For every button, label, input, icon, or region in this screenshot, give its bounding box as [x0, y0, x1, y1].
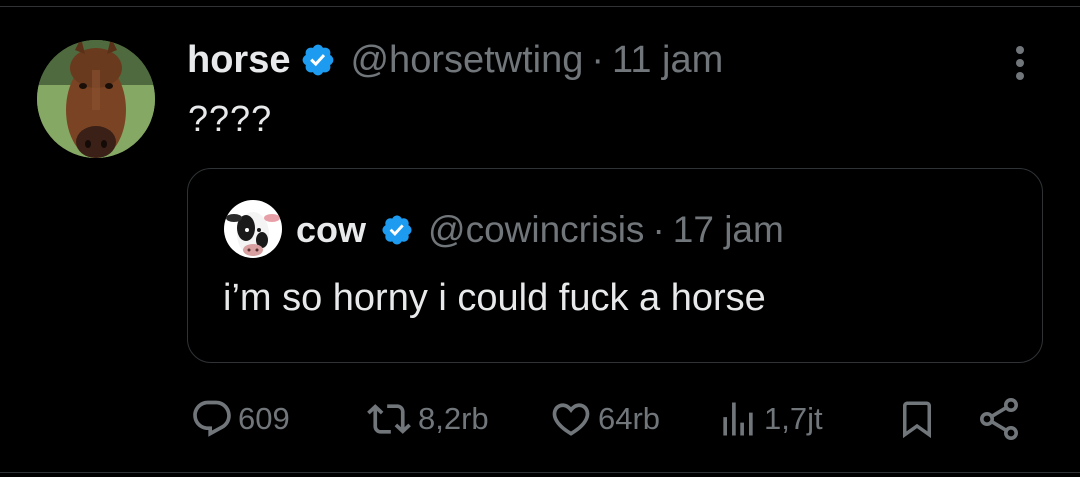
tweet-header: horse @horsetwting · 11 jam [187, 34, 723, 86]
share-icon [980, 398, 1018, 440]
more-vertical-icon [1016, 46, 1024, 80]
like-count: 64rb [598, 401, 661, 436]
separator-dot: · [591, 38, 605, 81]
verified-badge-icon[interactable] [300, 42, 336, 78]
views-button[interactable]: 1,7jt [716, 393, 823, 445]
tweet-card: horse @horsetwting · 11 jam ???? cow @co… [0, 0, 1080, 477]
bookmark-icon [903, 401, 931, 439]
reply-icon [193, 400, 231, 437]
quoted-tweet-text: i’m so horny i could fuck a horse [223, 277, 766, 319]
quoted-tweet-header: cow @cowincrisis · 17 jam [296, 205, 784, 255]
quoted-author-avatar[interactable] [224, 200, 282, 258]
author-handle[interactable]: @horsetwting [350, 39, 583, 82]
share-button[interactable] [975, 393, 1023, 445]
horse-avatar-icon [37, 40, 155, 158]
views-count: 1,7jt [764, 401, 823, 436]
repost-count: 8,2rb [418, 401, 489, 436]
top-divider [0, 6, 1080, 7]
repost-button[interactable]: 8,2rb [364, 393, 489, 445]
action-bar: 609 8,2rb 64rb 1,7jt [0, 393, 1080, 445]
cow-avatar-icon [224, 200, 282, 258]
reply-button[interactable]: 609 [190, 393, 290, 445]
repost-icon [367, 404, 411, 434]
quoted-separator-dot: · [652, 209, 665, 250]
like-icon [552, 403, 590, 436]
views-icon [723, 402, 753, 436]
tweet-text: ???? [188, 98, 273, 139]
quoted-tweet-card[interactable]: cow @cowincrisis · 17 jam i’m so horny i… [187, 168, 1043, 363]
like-button[interactable]: 64rb [548, 393, 660, 445]
bookmark-button[interactable] [896, 393, 938, 445]
quoted-author-display-name[interactable]: cow [296, 209, 366, 251]
reply-count: 609 [238, 401, 290, 436]
quoted-verified-badge-icon [380, 213, 414, 247]
bottom-divider [0, 472, 1080, 473]
tweet-timestamp[interactable]: 11 jam [612, 39, 723, 82]
quoted-author-handle[interactable]: @cowincrisis [428, 209, 644, 251]
author-avatar[interactable] [37, 40, 155, 158]
author-display-name[interactable]: horse [187, 39, 290, 82]
more-options-button[interactable] [1006, 42, 1034, 84]
quoted-tweet-timestamp[interactable]: 17 jam [673, 209, 784, 251]
